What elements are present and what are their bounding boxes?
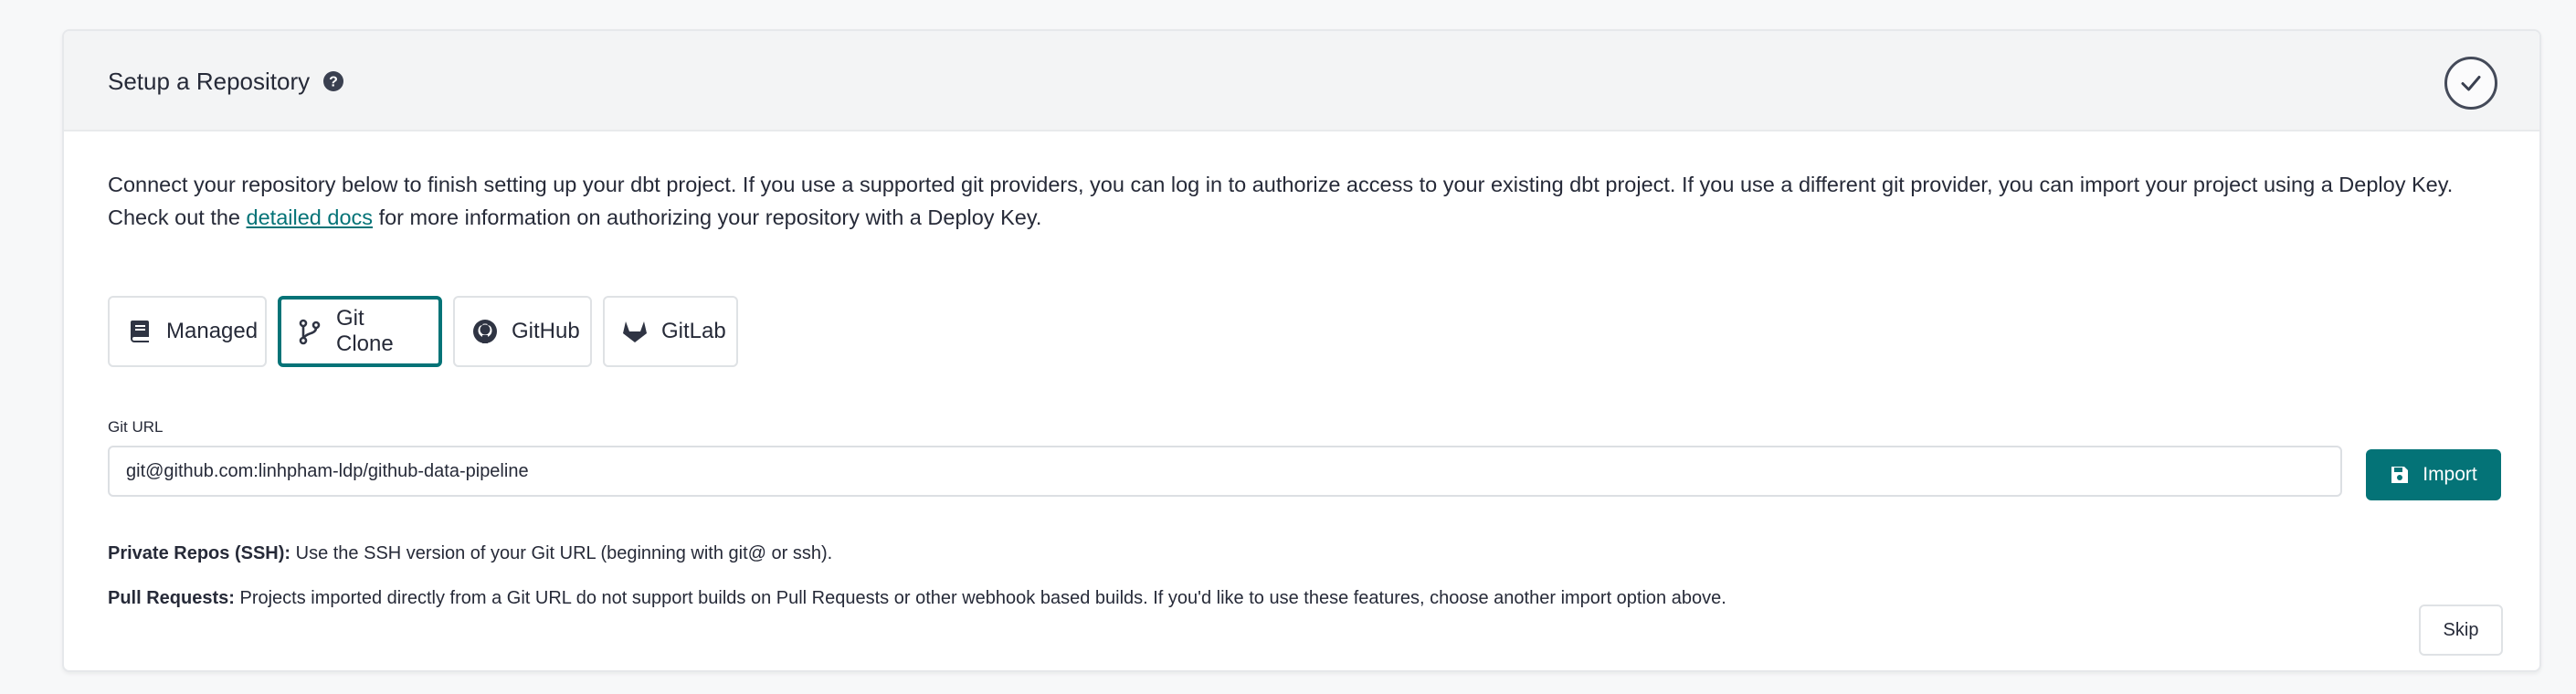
question-circle-icon[interactable]: ? [322,70,344,92]
setup-repository-card: Setup a Repository ? Connect your reposi… [62,29,2541,672]
option-managed[interactable]: Managed [108,296,267,367]
card-title: Setup a Repository ? [108,66,344,97]
pull-request-help-text: Pull Requests: Projects imported directl… [108,585,1726,611]
import-label: Import [2423,464,2477,485]
git-branch-icon [296,318,323,345]
check-circle-icon [2444,57,2497,110]
ssh-help-text: Private Repos (SSH): Use the SSH version… [108,541,832,566]
github-icon [471,318,499,345]
ssh-help-title: Private Repos (SSH): [108,543,291,563]
pr-help-body: Projects imported directly from a Git UR… [234,588,1726,608]
git-url-label: Git URL [108,418,164,436]
git-url-input[interactable] [108,446,2342,497]
book-icon [126,318,153,345]
option-git-clone[interactable]: Git Clone [278,296,442,367]
option-gitlab[interactable]: GitLab [603,296,738,367]
option-label: GitLab [661,319,726,343]
option-label: GitHub [512,319,580,343]
page-title: Setup a Repository [108,68,311,95]
skip-button[interactable]: Skip [2419,605,2503,656]
card-header: Setup a Repository ? [64,31,2539,131]
option-github[interactable]: GitHub [453,296,592,367]
intro-paragraph: Connect your repository below to finish … [108,168,2519,234]
ssh-help-body: Use the SSH version of your Git URL (beg… [290,543,833,563]
detailed-docs-link[interactable]: detailed docs [247,205,374,229]
gitlab-icon [621,318,649,345]
save-icon [2390,465,2410,485]
intro-text-after: for more information on authorizing your… [373,205,1042,229]
option-label: Git Clone [336,306,394,356]
option-label: Managed [166,319,259,343]
import-button[interactable]: Import [2366,449,2501,500]
svg-text:?: ? [329,75,338,90]
repository-options: Managed Git Clone GitHub GitLab [108,296,738,367]
pr-help-title: Pull Requests: [108,588,235,608]
